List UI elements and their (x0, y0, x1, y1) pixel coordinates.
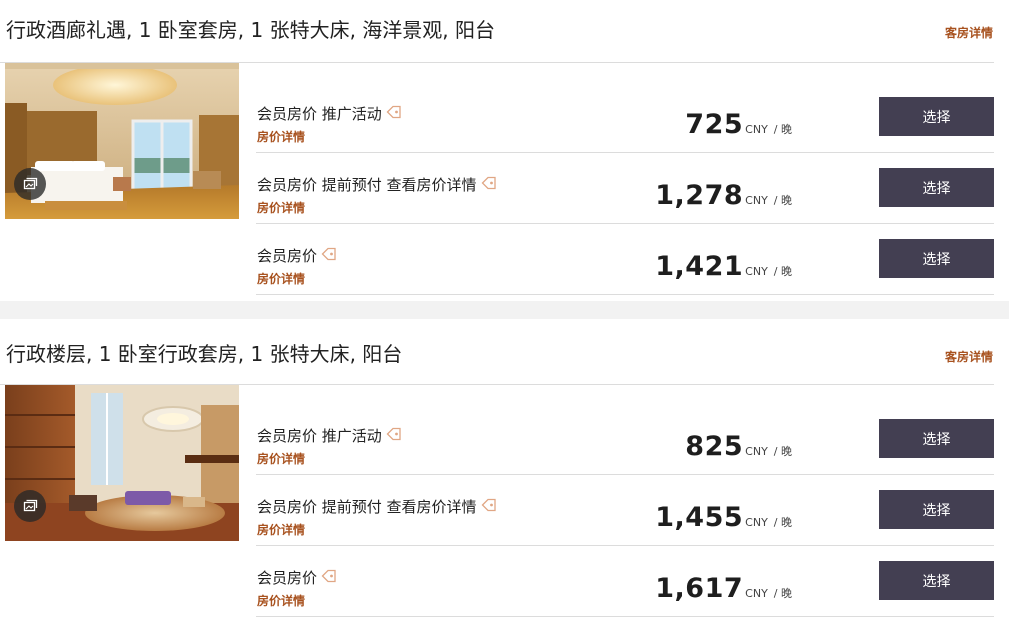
price: 1,421 CNY / 晚 (655, 251, 792, 282)
rate-name: 会员房价 提前预付 查看房价详情 (257, 496, 497, 517)
select-button[interactable]: 选择 (879, 419, 994, 458)
rate-details-link[interactable]: 房价详情 (257, 450, 305, 467)
select-button[interactable]: 选择 (879, 168, 994, 207)
price: 825 CNY / 晚 (685, 431, 792, 462)
price-amount: 1,617 (655, 573, 744, 604)
room-details-link[interactable]: 客房详情 (945, 348, 993, 365)
gallery-button[interactable] (14, 168, 46, 200)
tag-icon (321, 569, 337, 587)
rate-name: 会员房价 提前预付 查看房价详情 (257, 174, 497, 195)
rate-details-link[interactable]: 房价详情 (257, 199, 305, 216)
price-per-night: / 晚 (773, 445, 792, 458)
rate-row: 会员房价 房价详情 1,421 CNY / 晚 选择 (256, 223, 994, 295)
room-photo[interactable] (5, 385, 239, 541)
rate-details-link[interactable]: 房价详情 (257, 128, 305, 145)
select-button[interactable]: 选择 (879, 561, 994, 600)
price-per-night: / 晚 (773, 123, 792, 136)
rate-row: 会员房价 提前预付 查看房价详情 房价详情 1,278 CNY / 晚 选择 (256, 152, 994, 224)
rate-details-link[interactable]: 房价详情 (257, 270, 305, 287)
price-per-night: / 晚 (773, 194, 792, 207)
section-separator (0, 301, 1009, 319)
rate-row: 会员房价 房价详情 1,617 CNY / 晚 选择 (256, 545, 994, 617)
rate-name: 会员房价 推广活动 (257, 425, 402, 446)
price: 1,278 CNY / 晚 (655, 180, 792, 211)
room-card: 行政楼层, 1 卧室行政套房, 1 张特大床, 阳台 客房详情 会员房价 推广活… (0, 322, 1009, 617)
gallery-icon (22, 498, 38, 514)
price-amount: 1,278 (655, 180, 744, 211)
price-currency: CNY (745, 587, 768, 600)
select-button[interactable]: 选择 (879, 490, 994, 529)
price-amount: 825 (685, 431, 744, 462)
price: 725 CNY / 晚 (685, 109, 792, 140)
tag-icon (321, 247, 337, 265)
rate-name: 会员房价 推广活动 (257, 103, 402, 124)
price-amount: 725 (685, 109, 744, 140)
price-amount: 1,455 (655, 502, 744, 533)
rate-name: 会员房价 (257, 245, 337, 266)
room-card: 行政酒廊礼遇, 1 卧室套房, 1 张特大床, 海洋景观, 阳台 客房详情 会员… (0, 0, 1009, 301)
price-per-night: / 晚 (773, 265, 792, 278)
room-photo[interactable] (5, 63, 239, 219)
price: 1,617 CNY / 晚 (655, 573, 792, 604)
room-details-link[interactable]: 客房详情 (945, 24, 993, 41)
tag-icon (481, 498, 497, 516)
tag-icon (481, 176, 497, 194)
tag-icon (386, 105, 402, 123)
rate-row: 会员房价 推广活动 房价详情 725 CNY / 晚 选择 (256, 81, 994, 153)
tag-icon (386, 427, 402, 445)
rate-details-link[interactable]: 房价详情 (257, 592, 305, 609)
select-button[interactable]: 选择 (879, 97, 994, 136)
price-currency: CNY (745, 194, 768, 207)
gallery-icon (22, 176, 38, 192)
price-currency: CNY (745, 123, 768, 136)
price-amount: 1,421 (655, 251, 744, 282)
price-currency: CNY (745, 265, 768, 278)
room-title: 行政楼层, 1 卧室行政套房, 1 张特大床, 阳台 (6, 342, 403, 366)
price-currency: CNY (745, 516, 768, 529)
price-per-night: / 晚 (773, 587, 792, 600)
room-title: 行政酒廊礼遇, 1 卧室套房, 1 张特大床, 海洋景观, 阳台 (6, 18, 496, 42)
price-currency: CNY (745, 445, 768, 458)
price-per-night: / 晚 (773, 516, 792, 529)
rate-row: 会员房价 提前预付 查看房价详情 房价详情 1,455 CNY / 晚 选择 (256, 474, 994, 546)
price: 1,455 CNY / 晚 (655, 502, 792, 533)
rate-name: 会员房价 (257, 567, 337, 588)
select-button[interactable]: 选择 (879, 239, 994, 278)
gallery-button[interactable] (14, 490, 46, 522)
rate-details-link[interactable]: 房价详情 (257, 521, 305, 538)
rate-row: 会员房价 推广活动 房价详情 825 CNY / 晚 选择 (256, 403, 994, 475)
